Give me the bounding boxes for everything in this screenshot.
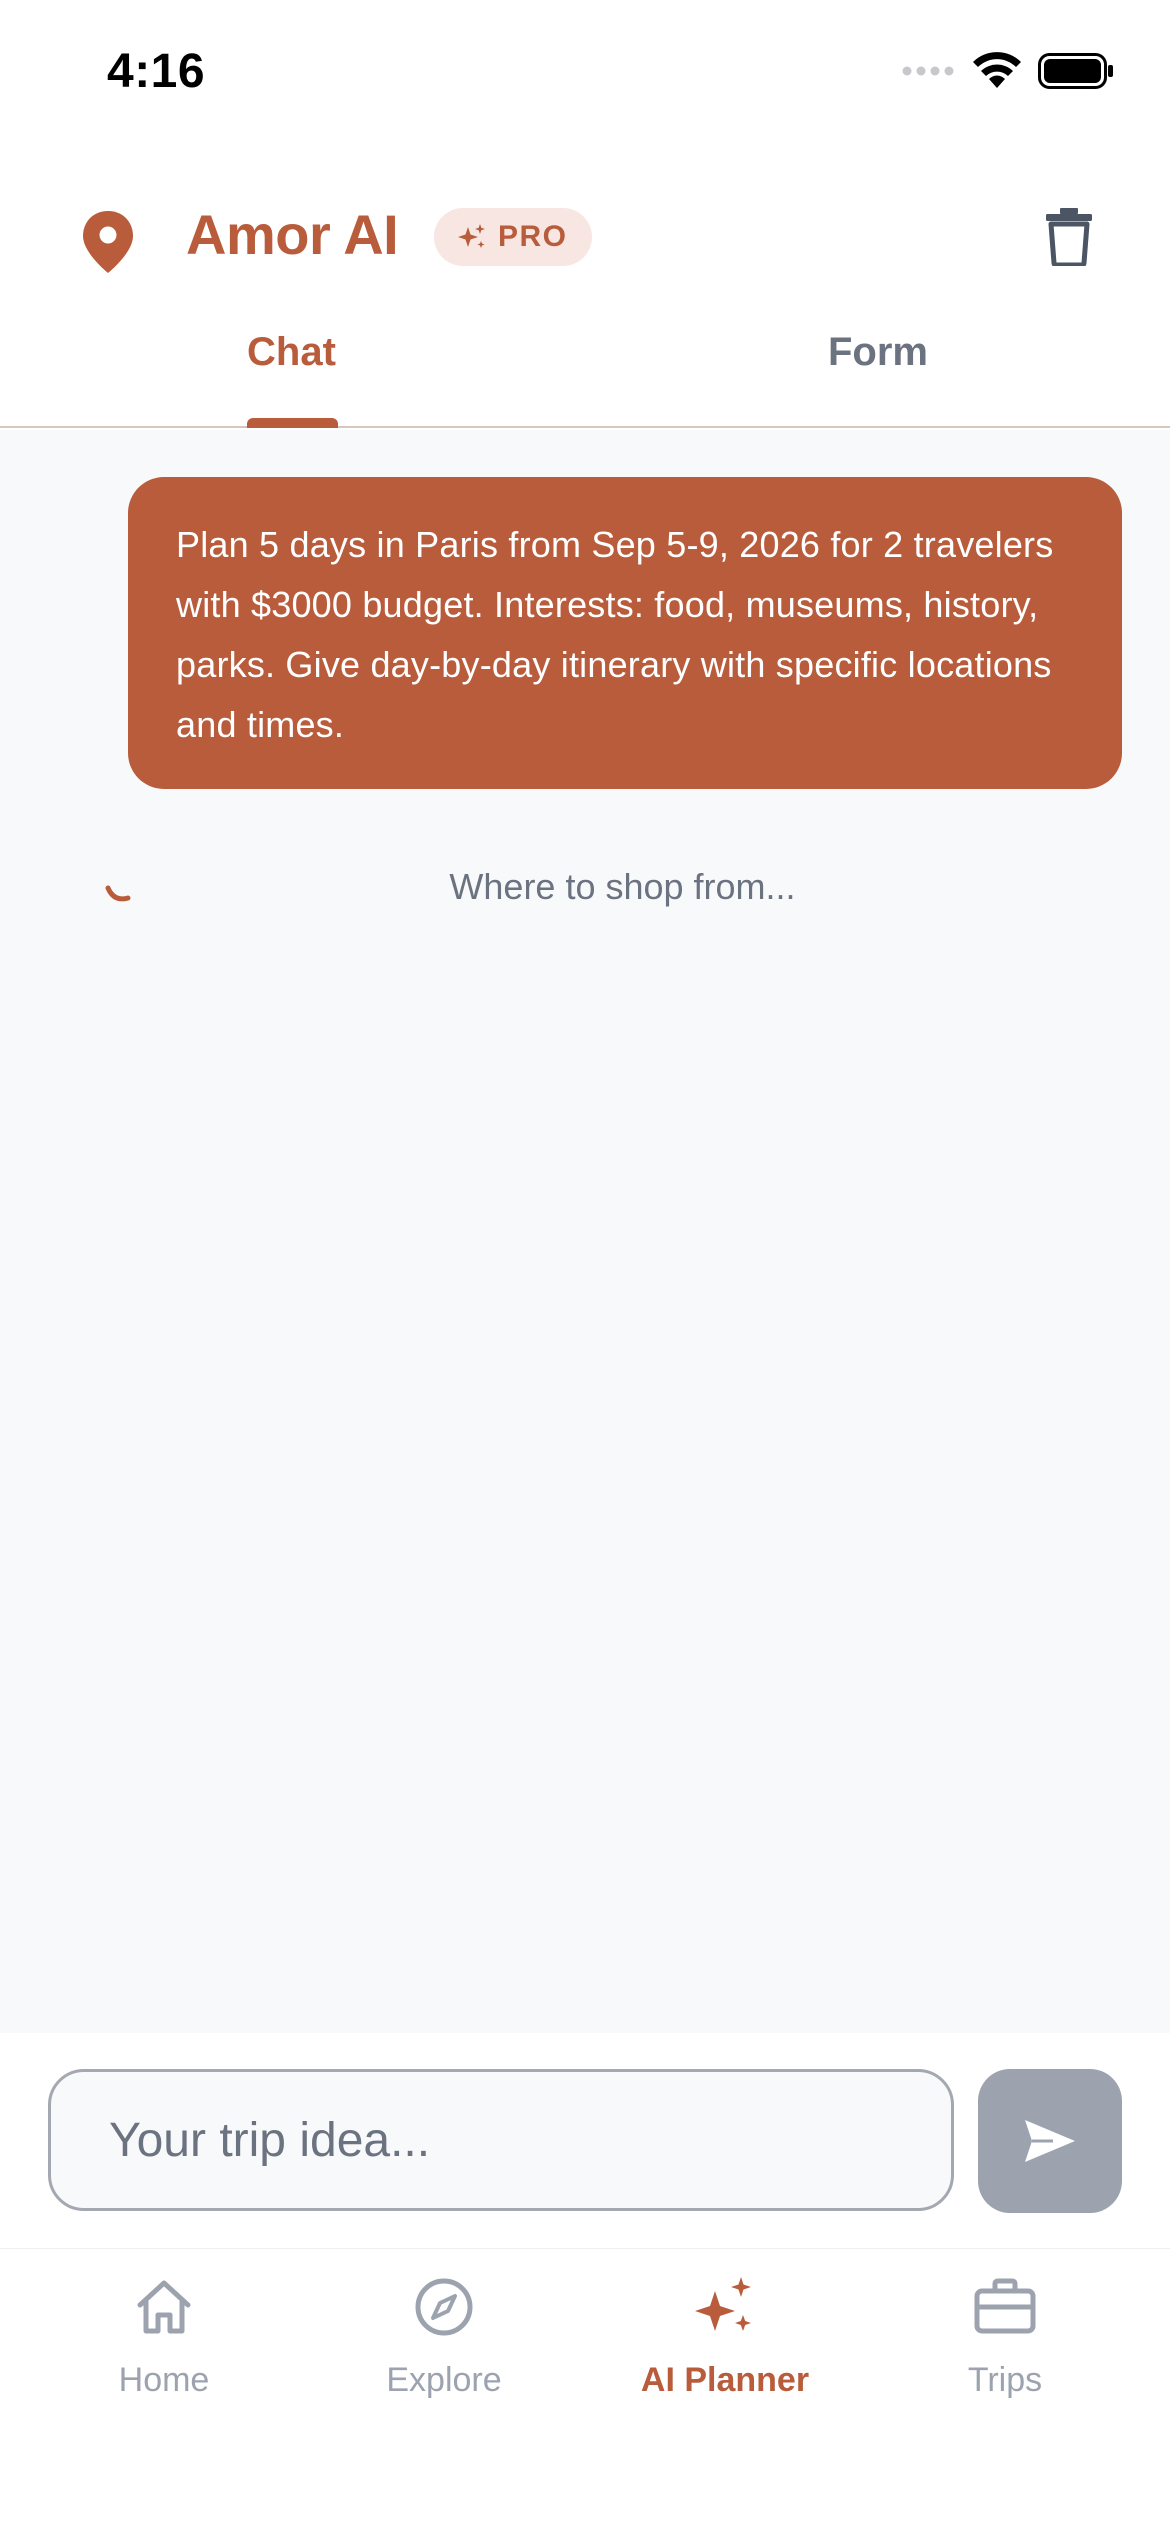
- cellular-signal-icon: [902, 66, 954, 76]
- tab-chat[interactable]: Chat: [247, 330, 336, 375]
- nav-item-home[interactable]: Home: [44, 2249, 284, 2449]
- message-composer: [0, 2033, 1170, 2248]
- active-tab-indicator: [247, 418, 338, 428]
- tab-bar: Chat Form: [0, 320, 1170, 428]
- nav-label-ai-planner: AI Planner: [640, 2361, 810, 2399]
- tab-form[interactable]: Form: [828, 330, 928, 375]
- trip-idea-input[interactable]: [48, 2069, 954, 2211]
- briefcase-icon: [974, 2278, 1036, 2334]
- status-bar: 4:16: [0, 0, 1170, 150]
- map-pin-icon: [83, 211, 133, 273]
- nav-item-explore[interactable]: Explore: [324, 2249, 564, 2449]
- app-title: Amor AI: [186, 203, 399, 266]
- compass-icon: [415, 2278, 473, 2336]
- sparkle-icon: [458, 224, 485, 248]
- bottom-nav: Home Explore AI Planner Trips: [0, 2248, 1170, 2532]
- battery-icon: [1038, 53, 1113, 89]
- nav-item-trips[interactable]: Trips: [885, 2249, 1125, 2449]
- send-icon: [1025, 2120, 1075, 2162]
- nav-label-home: Home: [118, 2361, 210, 2399]
- chat-area[interactable]: Plan 5 days in Paris from Sep 5-9, 2026 …: [0, 430, 1170, 2033]
- nav-label-trips: Trips: [967, 2361, 1043, 2399]
- trash-icon[interactable]: [1044, 206, 1094, 266]
- pro-badge-label: PRO: [498, 220, 568, 253]
- pro-badge: PRO: [434, 208, 592, 266]
- sparkles-icon: [695, 2277, 751, 2331]
- nav-item-ai-planner[interactable]: AI Planner: [605, 2249, 845, 2449]
- status-time: 4:16: [107, 45, 206, 98]
- home-icon: [137, 2280, 191, 2334]
- nav-label-explore: Explore: [386, 2361, 502, 2399]
- status-icons: [902, 52, 1114, 90]
- loading-status-text: Where to shop from...: [449, 866, 796, 907]
- user-message-bubble: Plan 5 days in Paris from Sep 5-9, 2026 …: [128, 477, 1122, 789]
- app-header: Amor AI PRO: [0, 150, 1170, 320]
- send-button[interactable]: [978, 2069, 1122, 2213]
- wifi-icon: [973, 52, 1021, 88]
